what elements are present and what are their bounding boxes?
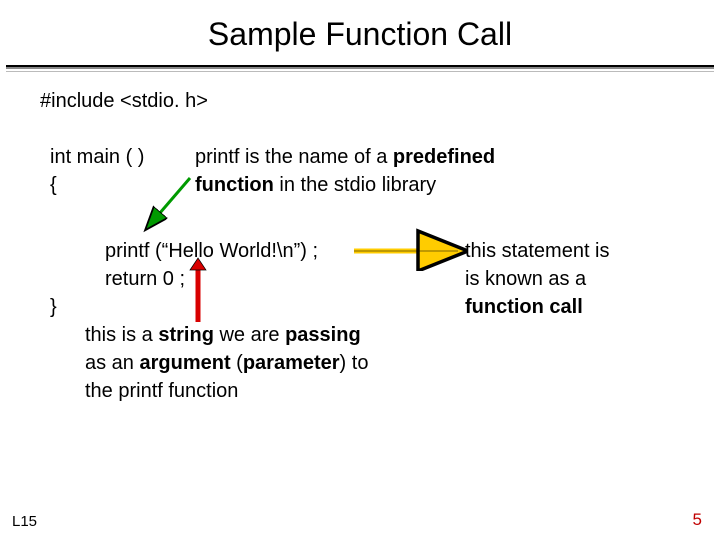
- note-string-1: this is a string we are passing: [85, 324, 361, 347]
- note-text: we are: [214, 324, 285, 346]
- title-rule-shadow: [6, 71, 714, 72]
- note-text: this is a: [85, 324, 158, 346]
- note-bold: function: [195, 174, 274, 196]
- arrow-predefined-icon: [135, 170, 205, 240]
- code-brace-close: }: [50, 296, 57, 319]
- slide-number: 5: [693, 510, 702, 530]
- note-bold: parameter: [243, 352, 340, 374]
- note-text: in the stdio library: [274, 174, 436, 196]
- note-bold: function call: [465, 296, 583, 318]
- code-brace-open: {: [50, 174, 57, 197]
- slide-title: Sample Function Call: [0, 0, 720, 65]
- note-string-3: the printf function: [85, 380, 238, 403]
- note-text: (: [231, 352, 243, 374]
- slide-body: #include <stdio. h> int main ( ) { print…: [40, 90, 680, 490]
- arrow-function-call-icon: [340, 242, 465, 264]
- footer-left: L15: [12, 513, 37, 530]
- arrow-string-arg-icon: [185, 258, 215, 328]
- note-string-2: as an argument (parameter) to: [85, 352, 368, 375]
- note-predefined-line2: function in the stdio library: [195, 174, 436, 197]
- code-include: #include <stdio. h>: [40, 90, 208, 113]
- note-bold: predefined: [393, 146, 495, 168]
- note-bold: argument: [139, 352, 230, 374]
- note-text: printf is the name of a: [195, 146, 393, 168]
- note-callout-2: is known as a: [465, 268, 586, 291]
- note-callout-3: function call: [465, 296, 583, 319]
- title-rule: [6, 65, 714, 69]
- code-return: return 0 ;: [105, 268, 185, 291]
- note-text: ) to: [340, 352, 369, 374]
- note-callout-1: this statement is: [465, 240, 610, 263]
- note-bold: passing: [285, 324, 361, 346]
- code-main-sig: int main ( ): [50, 146, 144, 169]
- note-predefined-line1: printf is the name of a predefined: [195, 146, 495, 169]
- note-text: as an: [85, 352, 139, 374]
